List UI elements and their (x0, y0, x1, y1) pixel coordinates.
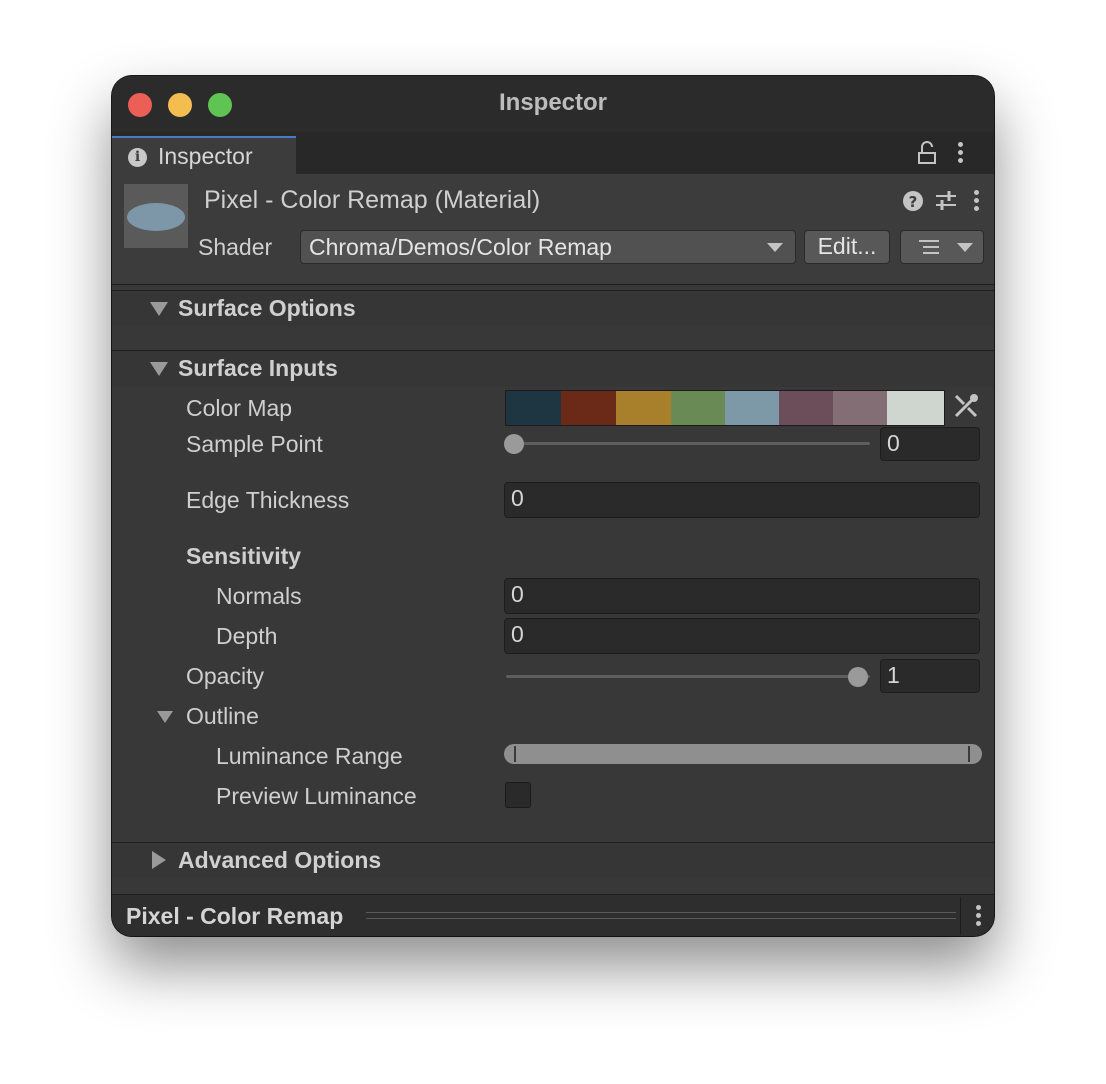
shader-dropdown[interactable]: Chroma/Demos/Color Remap (300, 230, 796, 264)
sample-point-field[interactable]: 0 (880, 427, 980, 461)
list-icon (919, 240, 939, 254)
luminance-range-label: Luminance Range (216, 743, 403, 769)
shader-label: Shader (198, 234, 273, 260)
section-surface-inputs[interactable]: Surface Inputs (112, 351, 994, 387)
normals-label: Normals (216, 583, 302, 609)
window-title: Inspector (498, 89, 608, 116)
range-min-handle[interactable] (514, 746, 516, 762)
tab-inspector[interactable]: i Inspector (112, 136, 296, 174)
sensitivity-label: Sensitivity (186, 543, 302, 569)
shader-value: Chroma/Demos/Color Remap (309, 234, 612, 260)
edge-thickness-field[interactable]: 0 (504, 482, 980, 518)
opacity-slider[interactable] (506, 675, 870, 678)
outline-foldout-arrow-icon[interactable] (157, 711, 173, 723)
more-options-icon[interactable] (958, 142, 964, 166)
help-icon[interactable]: ? (902, 190, 924, 212)
luminance-range-slider[interactable] (504, 744, 982, 764)
drag-handle[interactable] (366, 912, 956, 919)
preview-footer[interactable]: Pixel - Color Remap (112, 894, 994, 936)
section-label: Surface Options (178, 295, 356, 321)
shader-options-button[interactable] (900, 230, 984, 264)
section-advanced-options[interactable]: Advanced Options (112, 843, 994, 879)
section-label: Advanced Options (178, 847, 382, 873)
sample-point-slider-knob[interactable] (504, 434, 524, 454)
tab-bar: i Inspector (112, 132, 994, 174)
normals-field[interactable]: 0 (504, 578, 980, 614)
range-max-handle[interactable] (968, 746, 970, 762)
depth-label: Depth (216, 623, 278, 649)
color-swatch (506, 391, 561, 425)
dropdown-caret-icon (957, 243, 973, 252)
inspector-window: Inspector i Inspector Pixel - Color Rema… (112, 76, 994, 936)
section-surface-options[interactable]: Surface Options (112, 291, 994, 327)
sample-point-label: Sample Point (186, 431, 323, 457)
foldout-arrow-icon (150, 362, 168, 376)
color-swatch (671, 391, 725, 425)
sample-point-slider[interactable] (506, 442, 870, 445)
color-swatch (616, 391, 671, 425)
color-swatch (887, 391, 944, 425)
opacity-label: Opacity (186, 663, 264, 689)
preset-sliders-icon[interactable] (934, 190, 958, 212)
divider (112, 284, 994, 285)
eyedropper-icon[interactable] (952, 392, 980, 420)
opacity-slider-knob[interactable] (848, 667, 868, 687)
color-map-gradient[interactable] (505, 390, 945, 426)
depth-field[interactable]: 0 (504, 618, 980, 654)
outline-label: Outline (186, 703, 259, 729)
title-bar[interactable]: Inspector (112, 76, 994, 132)
color-map-label: Color Map (186, 395, 293, 421)
info-icon: i (128, 148, 147, 167)
material-header: Pixel - Color Remap (Material) ? Shader … (112, 174, 994, 284)
color-swatch (833, 391, 887, 425)
footer-more-options-icon[interactable] (976, 905, 982, 929)
dropdown-caret-icon (767, 243, 783, 252)
footer-label: Pixel - Color Remap (126, 903, 344, 929)
color-swatch (561, 391, 616, 425)
opacity-field[interactable]: 1 (880, 659, 980, 693)
material-more-options-icon[interactable] (974, 190, 980, 214)
divider (960, 897, 961, 935)
tab-label: Inspector (158, 143, 253, 169)
svg-text:?: ? (909, 193, 918, 211)
lock-icon[interactable] (916, 141, 938, 165)
preview-luminance-checkbox[interactable] (505, 782, 531, 808)
preview-luminance-label: Preview Luminance (216, 783, 417, 809)
color-swatch (725, 391, 779, 425)
material-preview (124, 184, 188, 248)
material-name: Pixel - Color Remap (Material) (204, 186, 541, 214)
edit-shader-button[interactable]: Edit... (804, 230, 890, 264)
section-label: Surface Inputs (178, 355, 338, 381)
foldout-arrow-icon (152, 851, 166, 869)
edge-thickness-label: Edge Thickness (186, 487, 350, 513)
color-swatch (779, 391, 833, 425)
foldout-arrow-icon (150, 302, 168, 316)
